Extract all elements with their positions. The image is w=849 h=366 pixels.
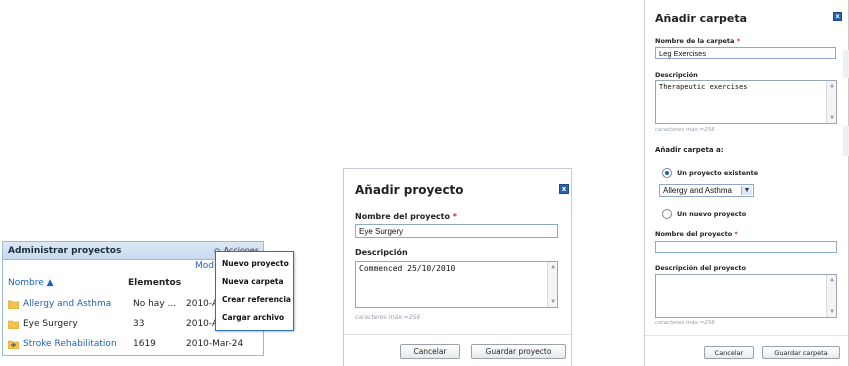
menu-item-create-reference[interactable]: Crear referencia xyxy=(216,291,293,309)
folder-name-input[interactable]: Leg Exercises xyxy=(655,47,836,59)
selected-project: Allergy and Asthma xyxy=(663,186,732,195)
folder-name-label-text: Nombre de la carpeta xyxy=(655,37,735,45)
project-description-textarea[interactable]: ▲ ▼ xyxy=(655,274,837,318)
project-name-label-text: Nombre del proyecto xyxy=(655,230,733,238)
panel-title: Administrar proyectos xyxy=(8,245,122,256)
column-name-sort[interactable]: Nombre ▲ xyxy=(8,278,128,288)
description-label: Descripción xyxy=(355,248,408,257)
element-count: 33 xyxy=(133,319,145,329)
footer-divider xyxy=(344,334,571,335)
menu-item-upload-file[interactable]: Cargar archivo xyxy=(216,309,293,327)
max-chars-hint: caracteres máx:=256 xyxy=(655,127,715,133)
project-name-link[interactable]: Eye Surgery xyxy=(23,319,78,329)
radio-new-project[interactable] xyxy=(662,209,672,219)
project-name-label: Nombre del proyecto * xyxy=(655,230,738,238)
textarea-scrollbar[interactable]: ▲ ▼ xyxy=(826,275,836,317)
side-strip xyxy=(843,50,849,78)
folder-name-label: Nombre de la carpeta * xyxy=(655,37,740,45)
project-name-input[interactable]: Eye Surgery xyxy=(355,224,558,238)
menu-item-new-folder[interactable]: Nueva carpeta xyxy=(216,273,293,291)
project-name-label-text: Nombre del proyecto xyxy=(355,212,450,221)
folder-icon xyxy=(8,320,19,329)
save-folder-button[interactable]: Guardar carpeta xyxy=(762,346,840,359)
side-strip xyxy=(843,126,849,156)
menu-item-new-project[interactable]: Nuevo proyecto xyxy=(216,255,293,273)
required-mark: * xyxy=(452,212,457,221)
modified-date: 2010-A xyxy=(186,299,219,309)
add-folder-dialog: Añadir carpeta x Nombre de la carpeta * … xyxy=(644,0,849,366)
project-name-link[interactable]: Stroke Rehabilitation xyxy=(23,339,117,349)
add-project-dialog: Añadir proyecto x Nombre del proyecto * … xyxy=(343,168,572,366)
textarea-scrollbar[interactable]: ▲ ▼ xyxy=(547,262,557,307)
description-label: Descripción xyxy=(655,71,698,79)
existing-project-select[interactable]: Allergy and Asthma ▼ xyxy=(659,184,754,197)
modified-date: 2010-Mar-24 xyxy=(186,339,244,349)
dialog-title: Añadir proyecto xyxy=(355,183,464,197)
description-text: Commenced 25/10/2010 xyxy=(359,264,456,273)
table-row[interactable]: Stroke Rehabilitation 1619 2010-Mar-24 xyxy=(8,334,263,354)
project-name-label: Nombre del proyecto * xyxy=(355,212,457,221)
description-textarea[interactable]: Therapeutic exercises ▲ ▼ xyxy=(655,80,837,124)
add-folder-to-label: Añadir carpeta a: xyxy=(655,146,724,154)
chevron-down-icon: ▼ xyxy=(741,186,752,195)
max-chars-hint: caracteres máx:=256 xyxy=(655,320,715,326)
textarea-scrollbar[interactable]: ▲ ▼ xyxy=(826,81,836,123)
shared-folder-icon xyxy=(8,340,19,349)
description-text: Therapeutic exercises xyxy=(659,83,748,91)
footer-divider xyxy=(645,335,848,336)
actions-menu: Nuevo proyecto Nueva carpeta Crear refer… xyxy=(215,251,294,331)
column-elements[interactable]: Elementos xyxy=(128,278,188,288)
project-description-label: Descripción del proyecto xyxy=(655,264,746,272)
save-project-button[interactable]: Guardar proyecto xyxy=(471,344,566,359)
modified-date: 2010-A xyxy=(186,319,219,329)
modify-link[interactable]: Modi xyxy=(195,261,217,271)
required-mark: * xyxy=(736,37,741,45)
description-textarea[interactable]: Commenced 25/10/2010 ▲ ▼ xyxy=(355,261,558,308)
radio-existing-label: Un proyecto existente xyxy=(677,169,759,177)
max-chars-hint: caracteres máx:=256 xyxy=(355,314,421,321)
element-count: 1619 xyxy=(133,339,156,349)
cancel-button[interactable]: Cancelar xyxy=(704,346,754,359)
dialog-title: Añadir carpeta xyxy=(655,12,748,25)
radio-new-label: Un nuevo proyecto xyxy=(677,210,747,218)
close-icon[interactable]: x xyxy=(559,184,569,194)
element-count: No hay ... xyxy=(133,299,177,309)
radio-existing-project[interactable] xyxy=(662,168,672,178)
close-icon[interactable]: x xyxy=(833,12,842,21)
required-mark: * xyxy=(734,230,738,238)
folder-icon xyxy=(8,300,19,309)
cancel-button[interactable]: Cancelar xyxy=(400,344,460,359)
project-name-link[interactable]: Allergy and Asthma xyxy=(23,299,111,309)
project-name-input[interactable] xyxy=(655,241,837,253)
